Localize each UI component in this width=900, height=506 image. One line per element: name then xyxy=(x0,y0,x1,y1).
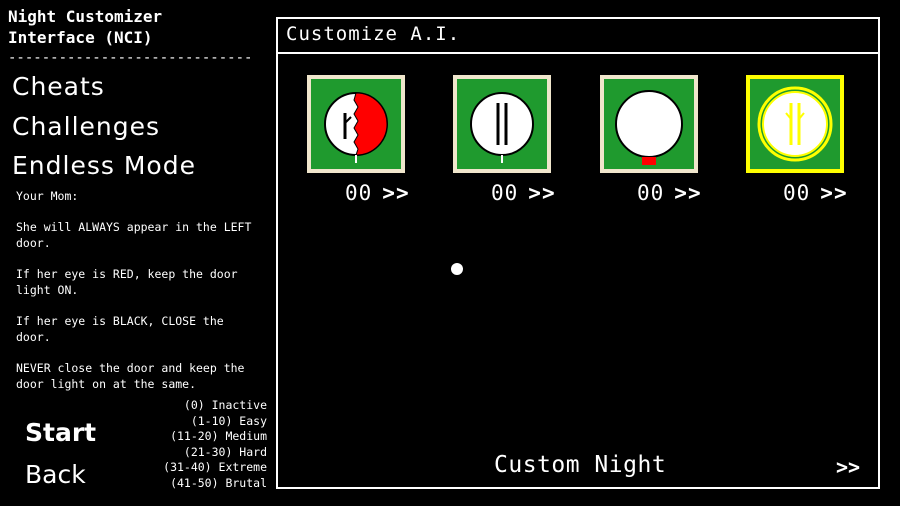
character-portrait-4[interactable] xyxy=(746,75,844,173)
info-line: NEVER close the door and keep the door l… xyxy=(16,361,245,391)
menu-endless-mode[interactable]: Endless Mode xyxy=(12,151,196,180)
yellow-branch-face-icon xyxy=(757,86,833,162)
panel-title: Customize A.I. xyxy=(286,23,461,45)
ai-level-4[interactable]: 00 >> xyxy=(783,181,848,205)
panel-header: Customize A.I. xyxy=(278,19,878,54)
ai-level-3[interactable]: 00 >> xyxy=(637,181,702,205)
character-info: Your Mom: She will ALWAYS appear in the … xyxy=(16,188,264,407)
info-line: She will ALWAYS appear in the LEFT door. xyxy=(16,220,252,250)
ai-increment-arrow[interactable]: >> xyxy=(528,181,555,205)
menu-challenges[interactable]: Challenges xyxy=(12,112,160,141)
next-page-arrow[interactable]: >> xyxy=(836,455,860,479)
app-title: Night Customizer Interface (NCI) xyxy=(8,7,163,47)
ai-increment-arrow[interactable]: >> xyxy=(382,181,409,205)
title-divider: ----------------------------- xyxy=(8,50,253,66)
legend-item: (11-20) Medium xyxy=(170,429,267,444)
ai-level-2[interactable]: 00 >> xyxy=(491,181,556,205)
ai-level-1[interactable]: 00 >> xyxy=(345,181,410,205)
character-portrait-1[interactable] xyxy=(307,75,405,173)
ai-level-value: 00 xyxy=(637,181,665,205)
ai-level-value: 00 xyxy=(491,181,519,205)
character-portrait-3[interactable] xyxy=(600,75,698,173)
custom-night-label: Custom Night xyxy=(494,452,667,478)
info-line: If her eye is BLACK, CLOSE the door. xyxy=(16,314,224,344)
character-portrait-2[interactable] xyxy=(453,75,551,173)
mouse-cursor-dot xyxy=(451,263,463,275)
back-button[interactable]: Back xyxy=(25,460,86,489)
start-button[interactable]: Start xyxy=(25,418,96,447)
ai-increment-arrow[interactable]: >> xyxy=(820,181,847,205)
difficulty-legend: (0) Inactive (1-10) Easy (11-20) Medium … xyxy=(150,398,267,492)
half-red-face-icon xyxy=(324,92,388,163)
double-line-face-icon xyxy=(470,92,534,163)
blank-face-icon xyxy=(615,90,683,165)
legend-item: (1-10) Easy xyxy=(190,413,267,428)
ai-level-value: 00 xyxy=(345,181,373,205)
info-heading: Your Mom: xyxy=(16,189,79,203)
ai-increment-arrow[interactable]: >> xyxy=(674,181,701,205)
info-line: If her eye is RED, keep the door light O… xyxy=(16,267,238,297)
menu-cheats[interactable]: Cheats xyxy=(12,72,105,101)
legend-item: (0) Inactive xyxy=(183,398,267,412)
ai-level-value: 00 xyxy=(783,181,811,205)
legend-item: (31-40) Extreme xyxy=(163,460,267,475)
legend-item: (41-50) Brutal xyxy=(170,475,267,490)
legend-item: (21-30) Hard xyxy=(183,444,267,459)
